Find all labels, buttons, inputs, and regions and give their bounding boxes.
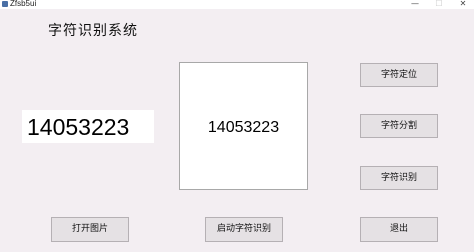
page-title: 字符识别系统 <box>48 23 138 39</box>
recognition-result-panel: 14053223 <box>22 110 154 143</box>
image-preview-text: 14053223 <box>207 119 280 136</box>
locate-characters-button[interactable]: 字符定位 <box>360 63 438 87</box>
segment-characters-button[interactable]: 字符分割 <box>360 114 438 138</box>
app-icon <box>2 1 8 7</box>
minimize-icon[interactable]: — <box>404 0 426 9</box>
close-icon[interactable]: ✕ <box>452 0 474 9</box>
open-image-button[interactable]: 打开图片 <box>51 217 129 242</box>
recognize-characters-button[interactable]: 字符识别 <box>360 166 438 190</box>
app-window: Zfsb5ui — ☐ ✕ 字符识别系统 14053223 14053223 字… <box>0 0 474 252</box>
maximize-icon[interactable]: ☐ <box>428 0 450 9</box>
recognition-result-text: 14053223 <box>27 114 130 140</box>
image-preview-panel: 14053223 <box>179 62 308 190</box>
exit-button[interactable]: 退出 <box>360 217 438 242</box>
window-title: Zfsb5ui <box>10 0 37 8</box>
start-recognition-button[interactable]: 启动字符识别 <box>205 217 283 242</box>
title-bar[interactable]: Zfsb5ui — ☐ ✕ <box>0 0 474 9</box>
